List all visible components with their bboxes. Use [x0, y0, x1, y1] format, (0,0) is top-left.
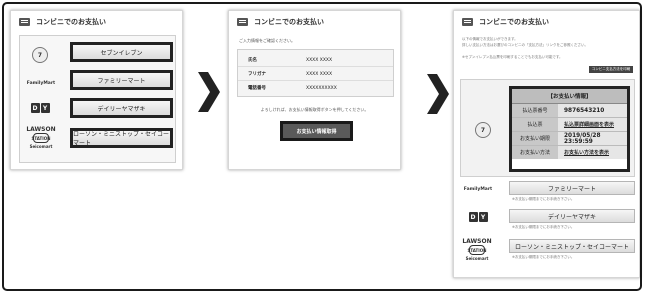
- confirm-note: よろしければ、お支払い情報取得ボタンを押してください。: [260, 107, 369, 112]
- panel-payment-info: コンビニでのお支払い 以下の情報でお支払いができます。 詳しい支払い方法はお選び…: [453, 10, 640, 278]
- arrow-right-icon: [427, 74, 449, 114]
- store-button-familymart[interactable]: ファミリーマート: [70, 70, 173, 90]
- daily-yamazaki-logo: DY: [26, 100, 54, 116]
- confirm-intro: ご入力情報をご確認ください。: [239, 38, 295, 43]
- lawson-logo: LAWSON STATION Seicomart: [462, 238, 492, 261]
- familymart-logo: FamilyMart: [463, 186, 493, 192]
- confirm-table: 氏名 XXXX XXXX フリガナ XXXX XXXX 電話番号 XXXXXXXXXX: [237, 49, 394, 97]
- store-note: ※お支払い期限までにお手続き下さい。: [512, 197, 575, 201]
- confirm-row-name: 氏名 XXXX XXXX: [238, 54, 393, 67]
- panel-store-select: コンビニでのお支払い 7 セブンイレブン FamilyMart ファミリーマート…: [10, 10, 183, 170]
- panel-header: コンビニでのお支払い: [454, 11, 639, 33]
- store-note: ※お支払い期限までにお手続き下さい。: [512, 225, 575, 229]
- panel-header: コンビニでのお支払い: [229, 11, 400, 33]
- arrow-right-icon: [198, 72, 220, 112]
- panel-title: コンビニでのお支払い: [254, 18, 324, 26]
- store-button-seven-eleven[interactable]: セブンイレブン: [70, 42, 173, 62]
- store-button-daily-yamazaki[interactable]: デイリーヤマザキ: [70, 98, 173, 118]
- daily-yamazaki-logo: DY: [466, 209, 490, 225]
- confirm-row-kana: フリガナ XXXX XXXX: [238, 68, 393, 81]
- store-button-lawson[interactable]: ローソン・ミニストップ・セイコーマート: [70, 128, 173, 148]
- intro-line-2: 詳しい支払い方法はお選びのコンビニの「支払方法」リンクをご参照ください。: [462, 43, 588, 47]
- get-payment-info-button[interactable]: お支払い情報取得: [280, 121, 353, 141]
- info-row-slip: 払込票 払込票詳細画面を表示: [512, 118, 627, 132]
- panel-title: コンビニでのお支払い: [479, 18, 549, 26]
- store-button-daily-yamazaki[interactable]: デイリーヤマザキ: [509, 209, 635, 223]
- store-button-lawson[interactable]: ローソン・ミニストップ・セイコーマート: [509, 239, 635, 253]
- panel-confirm: コンビニでのお支払い ご入力情報をご確認ください。 氏名 XXXX XXXX フリ…: [228, 10, 401, 170]
- slip-detail-link[interactable]: 払込票詳細画面を表示: [558, 118, 627, 131]
- payment-info-box: 7 【お支払い情報】 払込票番号 9876543210 払込票 払込票詳細画面を表示…: [460, 79, 635, 177]
- panel-title: コンビニでのお支払い: [36, 18, 106, 26]
- store-list: 7 セブンイレブン FamilyMart ファミリーマート DY デイリーヤマザ…: [19, 35, 176, 163]
- print-button[interactable]: コンビニ支払方法を印刷: [589, 66, 633, 73]
- lawson-logo: LAWSON STATION Seicomart: [26, 126, 56, 149]
- intro-line-3: ※セブンイレブン払込票を印刷することでもお支払い可能です。: [462, 55, 563, 59]
- payment-info-table: 【お支払い情報】 払込票番号 9876543210 払込票 払込票詳細画面を表示 お…: [509, 86, 630, 172]
- seven-eleven-logo: 7: [471, 120, 495, 140]
- info-row-method: お支払い方法 お支払い方法を表示: [512, 146, 627, 159]
- payment-method-link[interactable]: お支払い方法を表示: [558, 146, 627, 159]
- store-note: ※お支払い期限までにお手続き下さい。: [512, 255, 575, 259]
- info-row-slip-number: 払込票番号 9876543210: [512, 104, 627, 118]
- seven-eleven-logo: 7: [26, 44, 54, 66]
- payment-info-title: 【お支払い情報】: [512, 89, 627, 104]
- info-row-deadline: お支払い期限 2019/05/28 23:59:59: [512, 132, 627, 146]
- list-icon: [237, 18, 248, 26]
- list-icon: [462, 18, 473, 26]
- panel-header: コンビニでのお支払い: [11, 11, 182, 33]
- confirm-row-phone: 電話番号 XXXXXXXXXX: [248, 85, 337, 92]
- intro-line-1: 以下の情報でお支払いができます。: [462, 37, 518, 41]
- familymart-logo: FamilyMart: [26, 80, 56, 86]
- list-icon: [19, 18, 30, 26]
- store-button-familymart[interactable]: ファミリーマート: [509, 181, 635, 195]
